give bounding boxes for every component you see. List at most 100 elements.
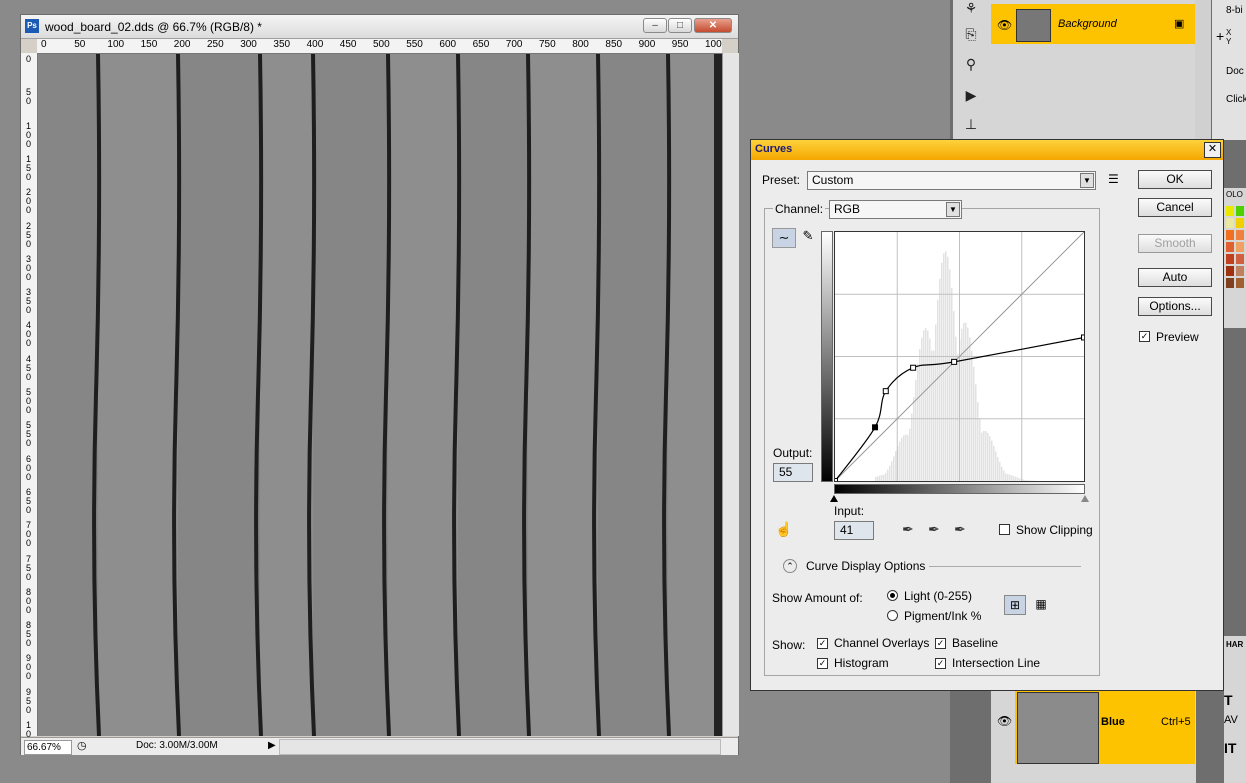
histogram-checkbox[interactable]: ✓ xyxy=(817,658,828,669)
actions-play-icon[interactable]: ▶ xyxy=(961,87,981,103)
stamp-icon[interactable]: ⊥ xyxy=(961,116,981,132)
smooth-button[interactable]: Smooth xyxy=(1138,234,1212,253)
light-radio[interactable] xyxy=(887,590,898,601)
bit-depth-label: 8-bi xyxy=(1226,5,1243,16)
character-panel: HAR T AV IT xyxy=(1224,636,1246,783)
simple-grid-icon[interactable]: ⊞ xyxy=(1004,595,1026,615)
ruler-tick-label: 150 xyxy=(140,39,158,50)
intersection-line-checkbox[interactable]: ✓ xyxy=(935,658,946,669)
black-eyedropper-icon[interactable]: ✒ xyxy=(902,521,914,538)
detailed-grid-icon[interactable]: ▦ xyxy=(1030,595,1052,615)
ruler-tick-label: 200 xyxy=(173,39,191,50)
swatch[interactable] xyxy=(1236,218,1244,228)
cancel-button[interactable]: Cancel xyxy=(1138,198,1212,217)
usb-icon[interactable]: ⚲ xyxy=(961,56,981,72)
preview-checkbox[interactable]: ✓ xyxy=(1139,331,1150,342)
curve-control-point[interactable] xyxy=(910,364,917,371)
ruler-tick-label: 100 xyxy=(107,39,125,50)
document-window: Ps wood_board_02.dds @ 66.7% (RGB/8) * –… xyxy=(20,14,739,755)
xy-label: XY xyxy=(1226,28,1232,46)
preset-dropdown[interactable]: Custom ▼ xyxy=(807,171,1096,190)
channel-dropdown[interactable]: RGB ▼ xyxy=(829,200,962,219)
character-panel-tab[interactable]: HAR xyxy=(1226,640,1243,649)
status-menu-arrow[interactable]: ▶ xyxy=(268,740,276,751)
ruler-tick-label: 1 5 0 xyxy=(26,153,32,182)
input-field[interactable]: 41 xyxy=(834,521,874,540)
ruler-tick-label: 8 0 0 xyxy=(26,586,32,615)
swatch[interactable] xyxy=(1236,206,1244,216)
layers-scrollbar[interactable] xyxy=(1195,0,1211,140)
white-eyedropper-icon[interactable]: ✒ xyxy=(954,521,966,538)
output-label: Output: xyxy=(773,446,813,460)
curve-control-point[interactable] xyxy=(872,424,879,431)
curve-control-point[interactable] xyxy=(882,388,889,395)
swatch[interactable] xyxy=(1226,254,1234,264)
channel-overlays-checkbox[interactable]: ✓ xyxy=(817,638,828,649)
curve-edit-icon[interactable]: ∼ xyxy=(772,228,796,248)
swatch[interactable] xyxy=(1226,278,1234,288)
text-size-icon[interactable]: T xyxy=(1224,692,1233,708)
curve-control-point[interactable] xyxy=(832,478,838,484)
status-options-icon[interactable]: ◷ xyxy=(77,739,87,752)
ruler-tick-label: 7 0 0 xyxy=(26,520,32,549)
swatch[interactable] xyxy=(1226,242,1234,252)
show-clipping-label: Show Clipping xyxy=(1016,523,1093,537)
chevron-down-icon: ▼ xyxy=(1080,173,1094,188)
canvas-image[interactable] xyxy=(38,54,722,736)
swatch[interactable] xyxy=(1236,242,1244,252)
doc-size-info: Doc: 3.00M/3.00M xyxy=(136,740,218,751)
options-button[interactable]: Options... xyxy=(1138,297,1212,316)
auto-button[interactable]: Auto xyxy=(1138,268,1212,287)
swatch[interactable] xyxy=(1226,206,1234,216)
swatch[interactable] xyxy=(1226,218,1234,228)
close-button[interactable]: ✕ xyxy=(694,18,732,33)
horizontal-scrollbar[interactable] xyxy=(279,739,721,755)
history-brush-icon[interactable]: ⚘ xyxy=(961,0,981,16)
ruler-vertical[interactable]: 0 5 0 1 0 0 1 5 0 2 0 0 2 5 0 3 0 0 3 5 0 4 0 0 4… xyxy=(21,53,38,748)
layer-row-background[interactable]: 👁 Background ▣ xyxy=(991,4,1196,44)
channel-row-blue[interactable]: Blue Ctrl+5 xyxy=(1015,690,1195,764)
pigment-radio[interactable] xyxy=(887,610,898,621)
swatch[interactable] xyxy=(1236,230,1244,240)
on-image-adjust-icon[interactable]: ☝ xyxy=(775,521,792,538)
layers-panel-bottom: 👁 Blue Ctrl+5 xyxy=(991,688,1196,783)
show-clipping-checkbox[interactable] xyxy=(999,524,1010,535)
ruler-tick-label: 4 5 0 xyxy=(26,353,32,382)
zoom-field[interactable]: 66.67% xyxy=(24,740,72,755)
eye-icon[interactable]: 👁 xyxy=(997,714,1012,728)
layer-name: Background xyxy=(1058,18,1117,30)
vertical-scale-icon[interactable]: IT xyxy=(1224,740,1236,756)
minimize-button[interactable]: – xyxy=(643,18,667,33)
preset-options-icon[interactable]: ☰ xyxy=(1108,172,1119,186)
swatch[interactable] xyxy=(1226,230,1234,240)
ruler-tick-label: 700 xyxy=(505,39,523,50)
pencil-icon[interactable]: ✎ xyxy=(799,228,817,248)
layer-thumbnail xyxy=(1016,9,1051,42)
collapse-chevron-icon[interactable]: ⌃ xyxy=(783,559,797,573)
curve-control-point[interactable] xyxy=(1081,334,1087,341)
ruler-tick-label: 750 xyxy=(539,39,556,50)
eye-icon[interactable]: 👁 xyxy=(997,18,1012,32)
ruler-horizontal[interactable]: 0 50 100 150 200 250 300 350 400 450 500 550 600 650 7… xyxy=(37,39,722,54)
swatch[interactable] xyxy=(1236,266,1244,276)
swatch[interactable] xyxy=(1236,254,1244,264)
maximize-button[interactable]: □ xyxy=(668,18,692,33)
tracking-icon[interactable]: AV xyxy=(1224,714,1238,726)
swatch[interactable] xyxy=(1236,278,1244,288)
clone-source-icon[interactable]: ⎘ xyxy=(961,26,981,42)
curves-titlebar[interactable]: Curves ✕ xyxy=(751,140,1223,160)
ruler-tick-label: 350 xyxy=(273,39,291,50)
white-point-slider[interactable] xyxy=(1081,495,1089,502)
curve-control-point[interactable] xyxy=(951,358,958,365)
document-titlebar[interactable]: Ps wood_board_02.dds @ 66.7% (RGB/8) * –… xyxy=(21,15,738,39)
output-field[interactable]: 55 xyxy=(773,463,813,482)
baseline-checkbox[interactable]: ✓ xyxy=(935,638,946,649)
ok-button[interactable]: OK xyxy=(1138,170,1212,189)
gray-eyedropper-icon[interactable]: ✒ xyxy=(928,521,940,538)
color-panel-tab[interactable]: OLO xyxy=(1226,190,1243,199)
black-point-slider[interactable] xyxy=(830,495,838,502)
close-button[interactable]: ✕ xyxy=(1204,142,1221,158)
swatch[interactable] xyxy=(1226,266,1234,276)
curves-graph[interactable] xyxy=(832,231,1087,484)
vertical-scrollbar[interactable] xyxy=(722,53,739,736)
